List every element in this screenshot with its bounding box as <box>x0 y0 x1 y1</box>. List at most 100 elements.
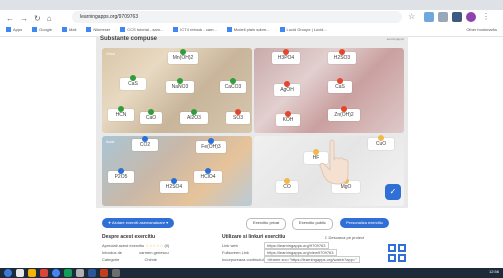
public-radio[interactable]: Exercitiu public <box>292 218 333 230</box>
other-bookmarks[interactable]: Other bookmarks <box>466 27 497 32</box>
web-link-field[interactable]: https://learningapps.org/9709763 <box>264 242 329 249</box>
info-section: Despre acest exercitiu Apreciati acest e… <box>96 234 408 268</box>
chip-dot <box>235 109 241 115</box>
home-icon[interactable]: ⌂ <box>47 14 52 23</box>
bookmark-item[interactable]: CCS tutorial - sam... <box>120 27 163 34</box>
formula-chip[interactable]: Mn(OH)2 <box>168 49 198 64</box>
chip-dot <box>285 111 291 117</box>
chip-dot <box>118 106 124 112</box>
links-title: Utilizare si linkuri exercitiu <box>222 234 286 240</box>
bookmark-item[interactable]: Mail <box>62 27 76 34</box>
chip-dot <box>205 168 211 174</box>
app-icon[interactable] <box>76 269 84 277</box>
chip-dot <box>142 136 148 142</box>
formula-chip[interactable]: CO <box>276 178 298 193</box>
chip-dot <box>341 106 347 112</box>
formula-chip[interactable]: CuO <box>368 135 394 150</box>
personalize-button[interactable]: Personaliza exercitiu <box>340 218 389 228</box>
tab-strip[interactable] <box>0 0 503 10</box>
formula-chip[interactable]: NaNO3 <box>166 78 194 93</box>
bookmark-item[interactable]: Google <box>32 27 52 34</box>
app-corner-label: learningapps <box>386 37 404 41</box>
about-row: Categorie Chimie <box>102 257 157 262</box>
formula-chip[interactable]: P2O5 <box>108 168 134 183</box>
app-icon[interactable] <box>112 269 120 277</box>
formula-chip[interactable]: CaS <box>328 78 352 93</box>
mail-icon <box>62 27 68 33</box>
formula-chip[interactable]: CaO <box>140 109 162 124</box>
formula-chip[interactable]: H2SO4 <box>160 178 188 193</box>
star-icon[interactable]: ☆ <box>408 12 418 22</box>
app-title: Substante compuse <box>100 36 158 42</box>
bookmark-icon <box>173 27 179 33</box>
reload-icon[interactable]: ↻ <box>34 14 41 23</box>
bookmark-item[interactable]: Modell plain sobre... <box>226 27 270 34</box>
action-bar: ➕︎ Aiutare exerciti asemanatoare ▾ Exerc… <box>96 216 408 230</box>
chip-dot <box>148 109 154 115</box>
extension-icon[interactable] <box>452 12 462 22</box>
start-icon[interactable] <box>4 269 12 277</box>
bookmark-icon <box>226 27 232 33</box>
formula-chip[interactable]: KOH <box>276 111 300 126</box>
link-row: Incorporeaza continutul <iframe src="http… <box>222 256 360 263</box>
clock: 12:56 <box>488 269 499 274</box>
chip-dot <box>171 178 177 184</box>
pointer-hand-icon <box>319 139 349 185</box>
download-link[interactable]: ⇩ Descarca pe proiect <box>324 235 364 240</box>
profile-avatar[interactable] <box>466 12 476 22</box>
bookmark-item[interactable]: Nikmeser <box>86 27 110 34</box>
about-title: Despre acest exercitiu <box>102 234 156 240</box>
rating-stars[interactable]: ☆☆☆☆☆ <box>145 243 163 248</box>
qr-code-icon <box>388 244 396 252</box>
apps-icon <box>6 27 11 33</box>
formula-chip[interactable]: SO3 <box>226 109 250 124</box>
chrome-icon[interactable] <box>52 269 60 277</box>
word-icon[interactable] <box>88 269 96 277</box>
formula-chip[interactable]: CaS <box>120 75 146 90</box>
back-icon[interactable]: ← <box>6 14 14 23</box>
chip-dot <box>337 78 343 84</box>
formula-chip[interactable]: CO2 <box>132 136 158 151</box>
powerpoint-icon[interactable] <box>100 269 108 277</box>
chip-dot <box>230 78 236 84</box>
extension-icon[interactable] <box>424 12 434 22</box>
qr-code-icon <box>398 244 406 252</box>
formula-chip[interactable]: H3PO4 <box>272 49 300 64</box>
app-icon[interactable] <box>16 269 24 277</box>
forward-icon[interactable]: → <box>20 14 28 23</box>
app-icon[interactable] <box>64 269 72 277</box>
formula-chip[interactable]: AgOH <box>274 81 300 96</box>
bookmark-item[interactable]: ICT4 rebook - cam... <box>173 27 217 34</box>
private-radio[interactable]: Exercitiu privat <box>246 218 287 230</box>
zone-label: Oxizi <box>106 51 115 56</box>
chip-dot <box>283 49 289 55</box>
media-icon[interactable] <box>40 269 48 277</box>
menu-icon[interactable]: ⋮ <box>482 12 492 22</box>
app-canvas: Substante compuse learningapps Oxizi Aci… <box>96 36 408 208</box>
bookmark-icon <box>86 27 92 33</box>
formula-chip[interactable]: Zn(OH)2 <box>328 106 360 121</box>
check-button[interactable]: ✓ <box>385 184 401 200</box>
bookmark-item[interactable]: Lucid Groupe | Lucid... <box>279 27 327 34</box>
address-bar[interactable]: learningapps.org/9709763 <box>72 11 402 23</box>
formula-chip[interactable]: HClO4 <box>194 168 222 183</box>
formula-chip[interactable]: H2SO3 <box>328 49 356 64</box>
folder-icon[interactable] <box>28 269 36 277</box>
formula-chip[interactable]: Fe(OH)3 <box>196 138 226 153</box>
bookmark-icon <box>120 27 126 33</box>
os-taskbar: 12:56 <box>0 268 503 278</box>
chip-dot <box>284 178 290 184</box>
extension-icon[interactable] <box>438 12 448 22</box>
formula-chip[interactable]: CaCO3 <box>220 78 246 93</box>
formula-chip[interactable]: Al2O3 <box>180 109 208 124</box>
formula-chip[interactable]: HCN <box>108 106 134 121</box>
about-row: Apreciati acest exercitiu ☆☆☆☆☆ (0) <box>102 243 170 248</box>
chip-dot <box>339 49 345 55</box>
similar-apps-button[interactable]: ➕︎ Aiutare exerciti asemanatoare ▾ <box>102 218 175 228</box>
chip-dot <box>284 81 290 87</box>
fullscreen-link-field[interactable]: https://learningapps.org/view9709763 <box>264 249 337 256</box>
bookmark-item[interactable]: Apps <box>6 27 22 34</box>
link-row: Fullscreen Link https://learningapps.org/… <box>222 249 337 256</box>
embed-code-field[interactable]: <iframe src="https://learningapps.org/wa… <box>264 256 360 263</box>
browser-chrome: ← → ↻ ⌂ learningapps.org/9709763 ☆ ⋮ App… <box>0 0 503 37</box>
